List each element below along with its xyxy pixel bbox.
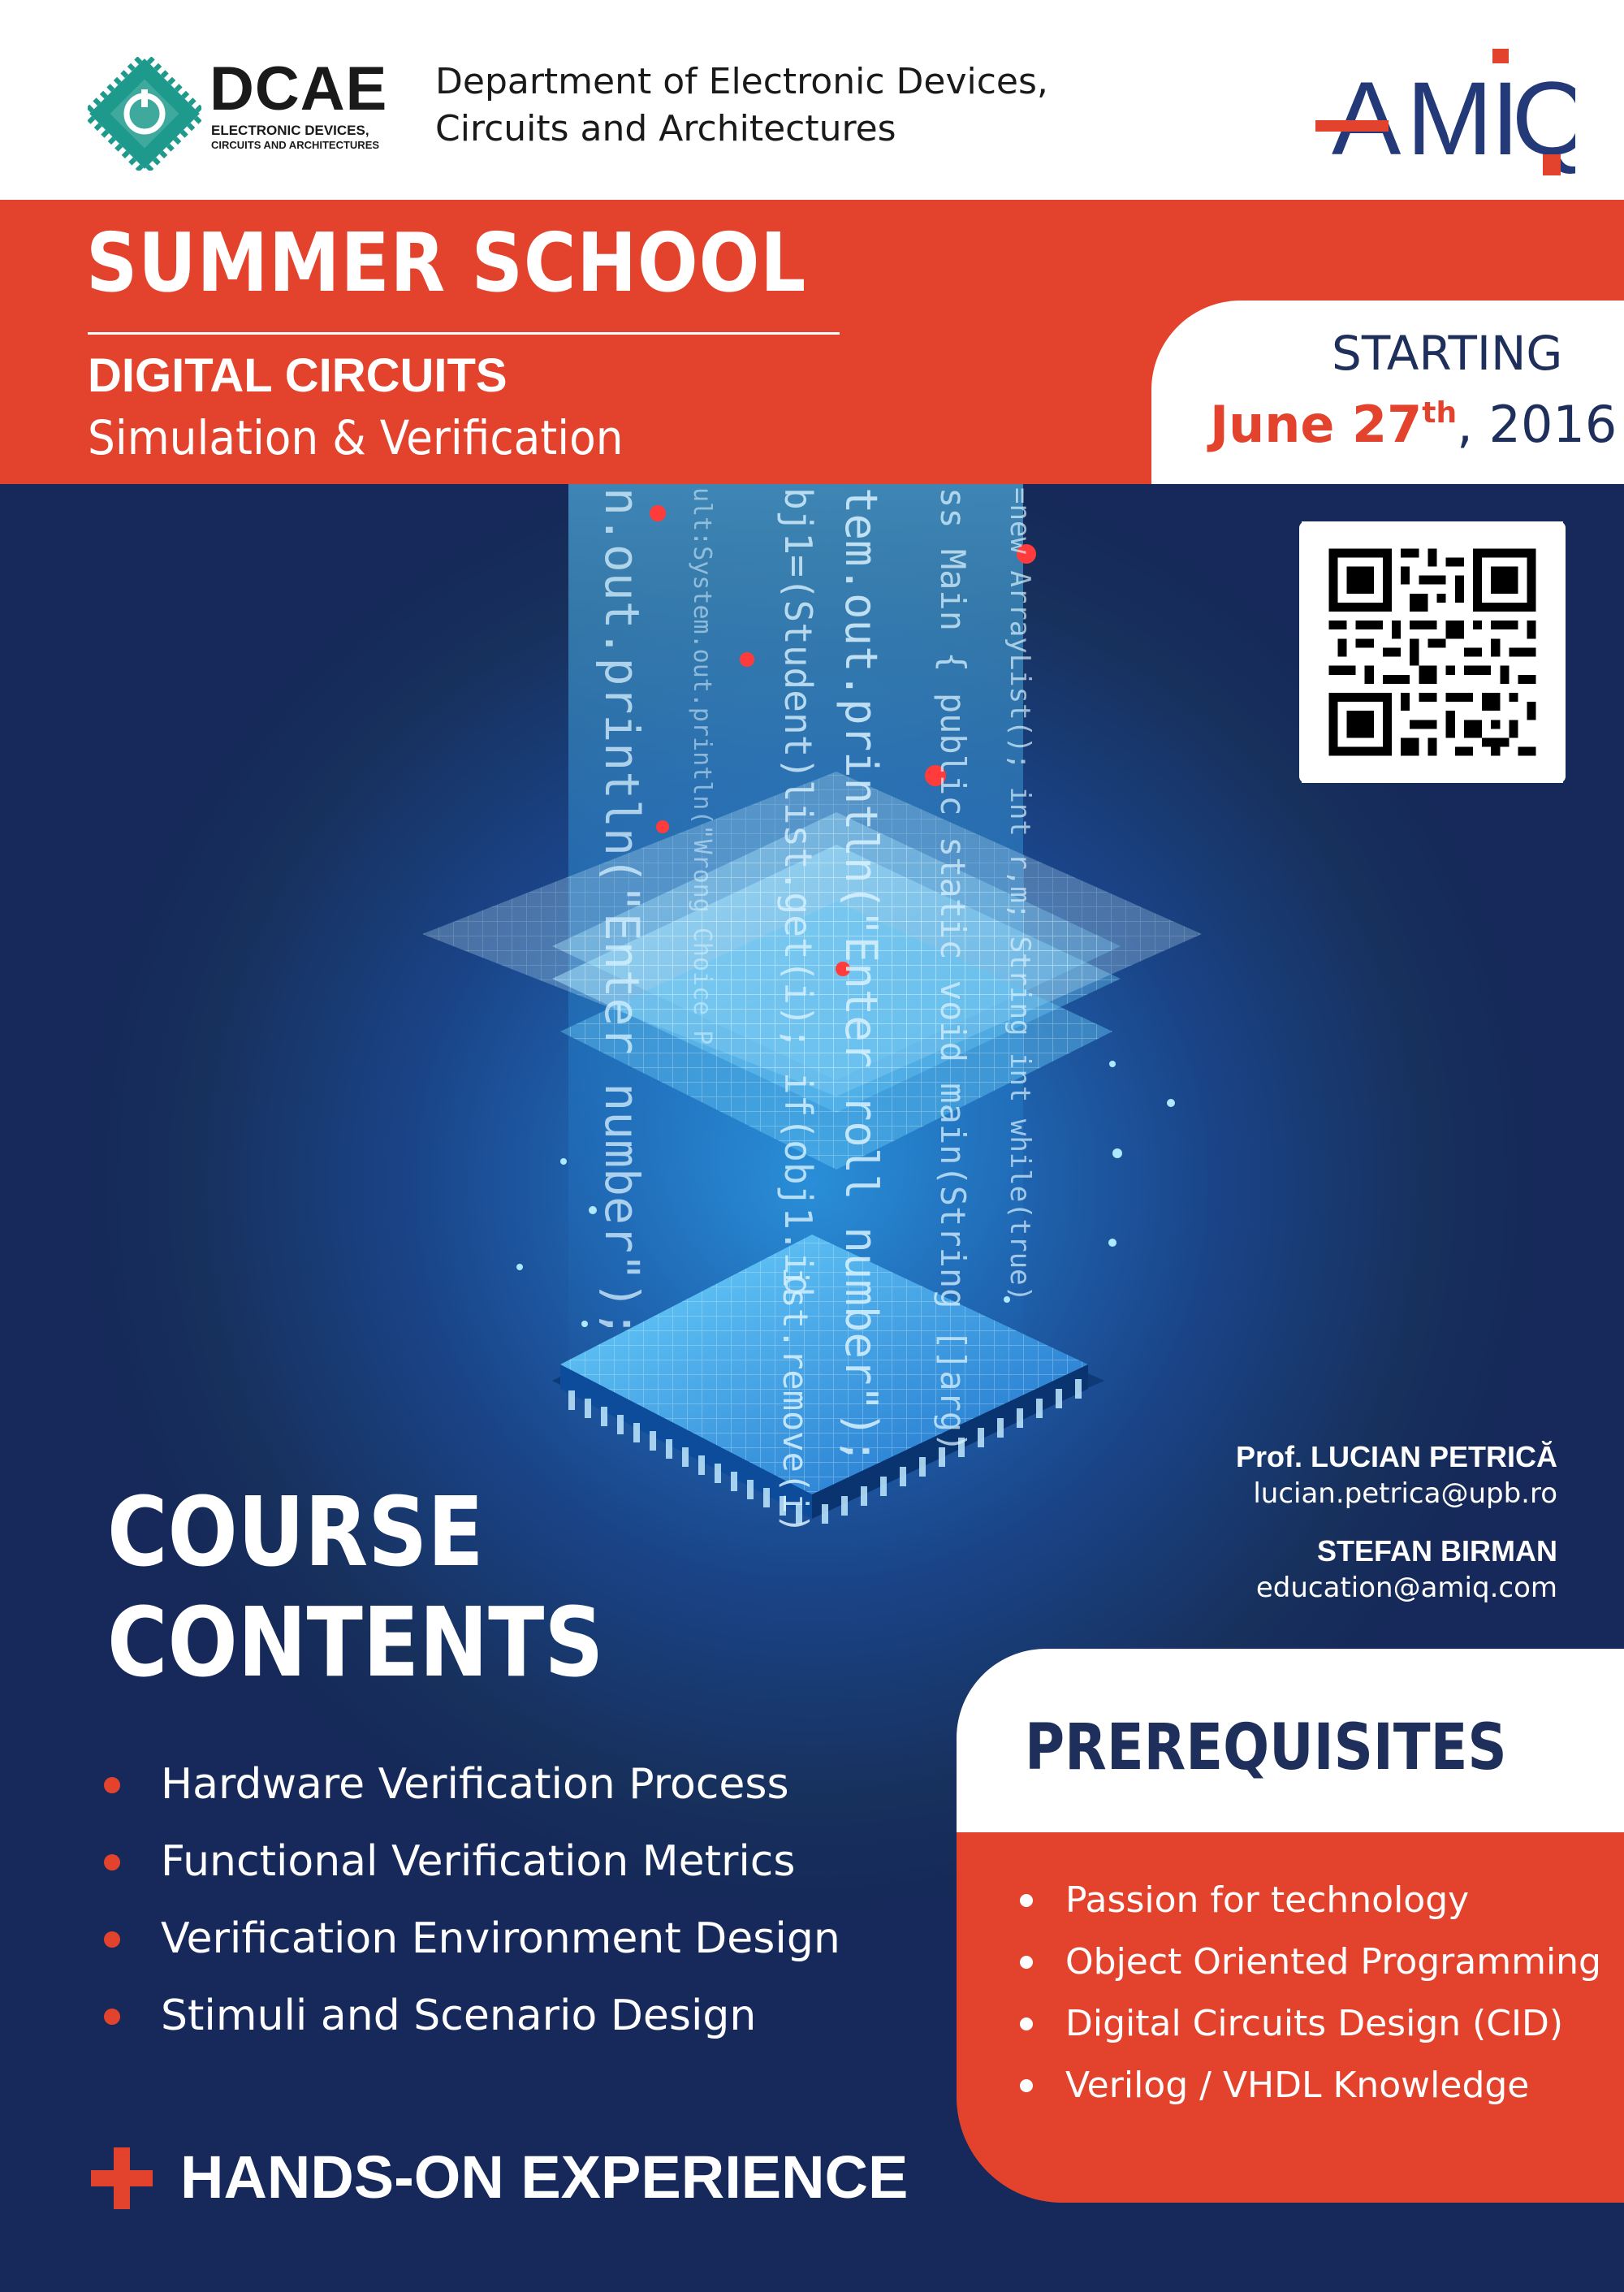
contact-email-2[interactable]: education@amiq.com bbox=[1236, 1569, 1557, 1607]
course-item-label: Stimuli and Scenario Design bbox=[161, 1991, 757, 2040]
list-item: Object Oriented Programming bbox=[1017, 1938, 1601, 2000]
list-item: Digital Circuits Design (CID) bbox=[1017, 2000, 1601, 2061]
contacts: Prof. LUCIAN PETRICĂ lucian.petrica@upb.… bbox=[1236, 1439, 1557, 1628]
prerequisites-list: Passion for technology Object Oriented P… bbox=[1017, 1876, 1601, 2123]
bullet-icon bbox=[1020, 1956, 1033, 1969]
code-stream-5: ss Main { public static void main(String… bbox=[933, 487, 973, 1453]
prerequisite-label: Passion for technology bbox=[1065, 1879, 1470, 1921]
contact-name-1: Prof. LUCIAN PETRICĂ bbox=[1236, 1440, 1557, 1473]
bullet-icon bbox=[1020, 2079, 1033, 2092]
course-item-label: Hardware Verification Process bbox=[161, 1760, 789, 1809]
starting-label: STARTING bbox=[1332, 326, 1563, 381]
list-item: Passion for technology bbox=[1017, 1876, 1601, 1938]
code-stream-4: tem.out.println("Enter roll number"); bbox=[836, 487, 887, 1464]
bullet-icon bbox=[104, 1854, 120, 1870]
qr-code-box[interactable] bbox=[1299, 521, 1566, 783]
bullet-icon bbox=[1020, 1894, 1033, 1907]
prerequisite-label: Object Oriented Programming bbox=[1065, 1941, 1601, 1983]
list-item: Hardware Verification Process bbox=[104, 1756, 840, 1833]
bullet-icon bbox=[1020, 2017, 1033, 2030]
list-item: Verilog / VHDL Knowledge bbox=[1017, 2061, 1601, 2123]
plus-icon bbox=[91, 2147, 153, 2209]
prerequisite-label: Digital Circuits Design (CID) bbox=[1065, 2003, 1564, 2044]
starting-date: June 27th, 2016 bbox=[1210, 395, 1617, 455]
code-stream-2: ult:System.out.println("Wrong Choice P bbox=[688, 487, 716, 1045]
qr-code-icon bbox=[1302, 521, 1563, 783]
poster: DCAE ELECTRONIC DEVICES, CIRCUITS AND AR… bbox=[0, 0, 1624, 2292]
contact-email-1[interactable]: lucian.petrica@upb.ro bbox=[1236, 1475, 1557, 1512]
course-contents-heading-line1: COURSE bbox=[107, 1476, 484, 1588]
hands-on-experience: HANDS-ON EXPERIENCE bbox=[180, 2143, 909, 2211]
course-contents-heading: COURSE CONTENTS bbox=[107, 1477, 603, 1697]
prerequisites-heading: PREREQUISITES bbox=[1025, 1711, 1507, 1784]
code-stream-7: ist.remove(i) bbox=[775, 1267, 815, 1534]
date-year: , 2016 bbox=[1457, 395, 1618, 454]
course-item-label: Verification Environment Design bbox=[161, 1914, 840, 1963]
prerequisite-label: Verilog / VHDL Knowledge bbox=[1065, 2065, 1530, 2106]
list-item: Functional Verification Metrics bbox=[104, 1833, 840, 1910]
bullet-icon bbox=[104, 1931, 120, 1948]
contact-name-2: STEFAN BIRMAN bbox=[1317, 1534, 1557, 1568]
date-month-day: June 27 bbox=[1210, 395, 1423, 454]
code-stream-1: n.out.println("Enter number"); bbox=[594, 487, 650, 1338]
list-item: Stimuli and Scenario Design bbox=[104, 1987, 840, 2065]
list-item: Verification Environment Design bbox=[104, 1910, 840, 1987]
bullet-icon bbox=[104, 1777, 120, 1793]
code-stream-3: bj1=(Student)list.get(i); if(obj1.id bbox=[776, 487, 820, 1297]
course-item-label: Functional Verification Metrics bbox=[161, 1837, 796, 1886]
bullet-icon bbox=[104, 2009, 120, 2025]
date-ordinal: th bbox=[1422, 396, 1458, 430]
code-stream-6: =new ArrayList(); int r,m; String int wh… bbox=[1004, 487, 1036, 1303]
course-contents-heading-line2: CONTENTS bbox=[107, 1586, 604, 1698]
course-contents-list: Hardware Verification Process Functional… bbox=[104, 1756, 840, 2065]
